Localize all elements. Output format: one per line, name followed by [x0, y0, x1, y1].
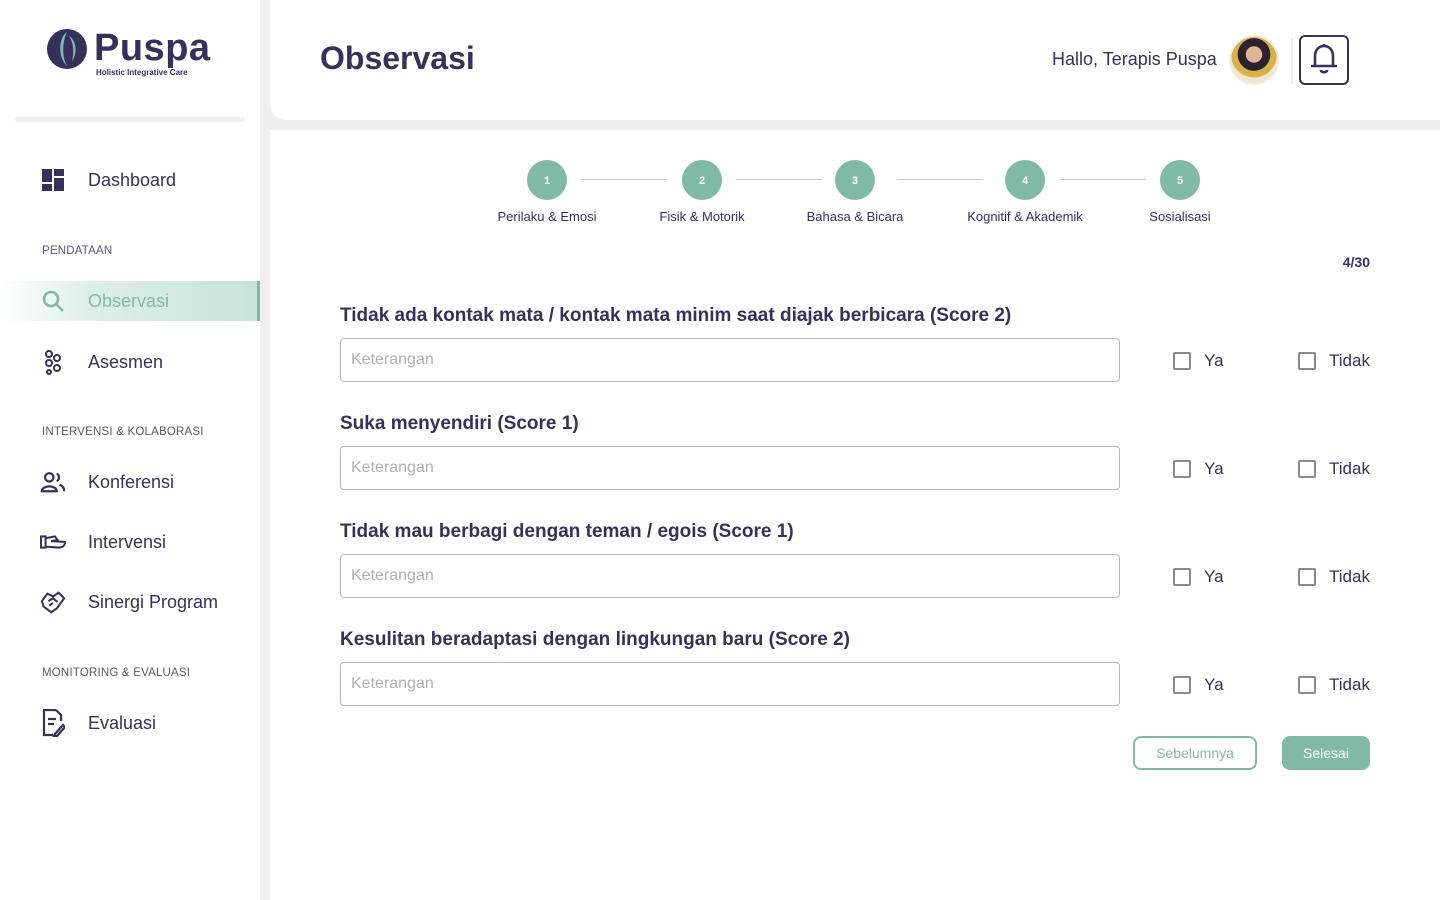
sidebar-item-sinergi-program[interactable]: Sinergi Program: [0, 582, 260, 622]
option-ya[interactable]: Ya: [1173, 351, 1224, 371]
checkbox[interactable]: [1173, 676, 1191, 694]
page-title: Observasi: [320, 40, 475, 76]
checkbox[interactable]: [1298, 460, 1316, 478]
option-label: Ya: [1204, 675, 1224, 694]
header-divider: [1291, 38, 1293, 84]
option-label: Tidak: [1329, 567, 1370, 586]
option-ya[interactable]: Ya: [1173, 567, 1224, 587]
step-number: 1: [527, 160, 567, 200]
option-tidak[interactable]: Tidak: [1298, 351, 1370, 371]
checkbox[interactable]: [1173, 352, 1191, 370]
question-title: Suka menyendiri (Score 1): [340, 413, 579, 434]
question-title: Tidak ada kontak mata / kontak mata mini…: [340, 305, 1012, 326]
option-ya[interactable]: Ya: [1173, 459, 1224, 479]
sidebar-item-label: Observasi: [88, 290, 170, 311]
people-icon: [40, 469, 66, 495]
search-icon: [40, 288, 66, 314]
option-label: Tidak: [1329, 459, 1370, 478]
sidebar-item-label: Intervensi: [88, 531, 167, 552]
option-tidak[interactable]: Tidak: [1298, 459, 1370, 479]
sidebar-item-label: Konferensi: [88, 471, 175, 492]
sidebar-item-label: Evaluasi: [88, 712, 157, 733]
option-label: Tidak: [1329, 675, 1370, 694]
step-label: Sosialisasi: [1149, 209, 1211, 224]
avatar[interactable]: [1229, 35, 1279, 85]
checkbox[interactable]: [1298, 568, 1316, 586]
question-counter: 4/30: [1342, 254, 1370, 270]
step-number: 5: [1160, 160, 1200, 200]
checkbox[interactable]: [1173, 460, 1191, 478]
question-title: Tidak mau berbagi dengan teman / egois (…: [340, 521, 794, 542]
step-1[interactable]: 1 Perilaku & Emosi: [477, 160, 617, 224]
logo[interactable]: Puspa Holistic Integrative Care: [46, 28, 211, 77]
keterangan-input[interactable]: [340, 446, 1120, 490]
keterangan-input[interactable]: [340, 662, 1120, 706]
bell-icon: [1309, 42, 1339, 79]
step-label: Kognitif & Akademik: [967, 209, 1083, 224]
finish-button[interactable]: Selesai: [1282, 736, 1370, 770]
option-tidak[interactable]: Tidak: [1298, 567, 1370, 587]
user-greeting: Hallo, Terapis Puspa: [1052, 49, 1217, 69]
logo-divider: [15, 117, 245, 122]
stepper: 1 Perilaku & Emosi 2 Fisik & Motorik 3 B…: [270, 160, 1440, 230]
hand-icon: [40, 529, 66, 555]
checkbox[interactable]: [1298, 676, 1316, 694]
step-2[interactable]: 2 Fisik & Motorik: [632, 160, 772, 224]
step-label: Fisik & Motorik: [659, 209, 745, 224]
sidebar-item-konferensi[interactable]: Konferensi: [0, 462, 260, 502]
handshake-icon: [40, 589, 66, 615]
checkbox[interactable]: [1298, 352, 1316, 370]
step-label: Bahasa & Bicara: [806, 209, 904, 224]
option-ya[interactable]: Ya: [1173, 675, 1224, 695]
step-number: 2: [682, 160, 722, 200]
sidebar-item-evaluasi[interactable]: Evaluasi: [0, 703, 260, 743]
step-3[interactable]: 3 Bahasa & Bicara: [785, 160, 925, 224]
step-4[interactable]: 4 Kognitif & Akademik: [955, 160, 1095, 224]
sidebar-item-dashboard[interactable]: Dashboard: [0, 160, 260, 200]
section-label-monitoring: MONITORING & EVALUASI: [42, 667, 191, 679]
option-label: Ya: [1204, 459, 1224, 478]
step-number: 4: [1005, 160, 1045, 200]
option-label: Ya: [1204, 567, 1224, 586]
sidebar-item-label: Asesmen: [88, 351, 164, 372]
sidebar-item-label: Sinergi Program: [88, 591, 219, 612]
step-number: 3: [835, 160, 875, 200]
document-edit-icon: [40, 709, 66, 737]
sidebar-item-label: Dashboard: [88, 169, 177, 190]
section-label-pendataan: PENDATAAN: [42, 245, 113, 257]
brand-name: Puspa: [94, 27, 211, 69]
previous-button[interactable]: Sebelumnya: [1133, 736, 1257, 770]
sidebar-item-observasi[interactable]: Observasi: [0, 281, 260, 321]
question-title: Kesulitan beradaptasi dengan lingkungan …: [340, 629, 850, 650]
step-5[interactable]: 5 Sosialisasi: [1110, 160, 1250, 224]
brand-tagline: Holistic Integrative Care: [96, 68, 188, 77]
asesmen-icon: [40, 349, 66, 375]
main-content: 1 Perilaku & Emosi 2 Fisik & Motorik 3 B…: [270, 130, 1440, 900]
sidebar-item-intervensi[interactable]: Intervensi: [0, 522, 260, 562]
option-tidak[interactable]: Tidak: [1298, 675, 1370, 695]
header: Observasi Hallo, Terapis Puspa: [270, 0, 1440, 120]
step-label: Perilaku & Emosi: [497, 209, 597, 224]
sidebar-item-asesmen[interactable]: Asesmen: [0, 342, 260, 382]
checkbox[interactable]: [1173, 568, 1191, 586]
keterangan-input[interactable]: [340, 338, 1120, 382]
option-label: Ya: [1204, 351, 1224, 370]
section-label-intervensi: INTERVENSI & KOLABORASI: [42, 426, 204, 438]
keterangan-input[interactable]: [340, 554, 1120, 598]
sidebar: Puspa Holistic Integrative Care Dashboar…: [0, 0, 260, 900]
notification-button[interactable]: [1299, 35, 1349, 85]
option-label: Tidak: [1329, 351, 1370, 370]
puspa-logo-icon: [46, 28, 88, 70]
dashboard-icon: [40, 167, 66, 193]
